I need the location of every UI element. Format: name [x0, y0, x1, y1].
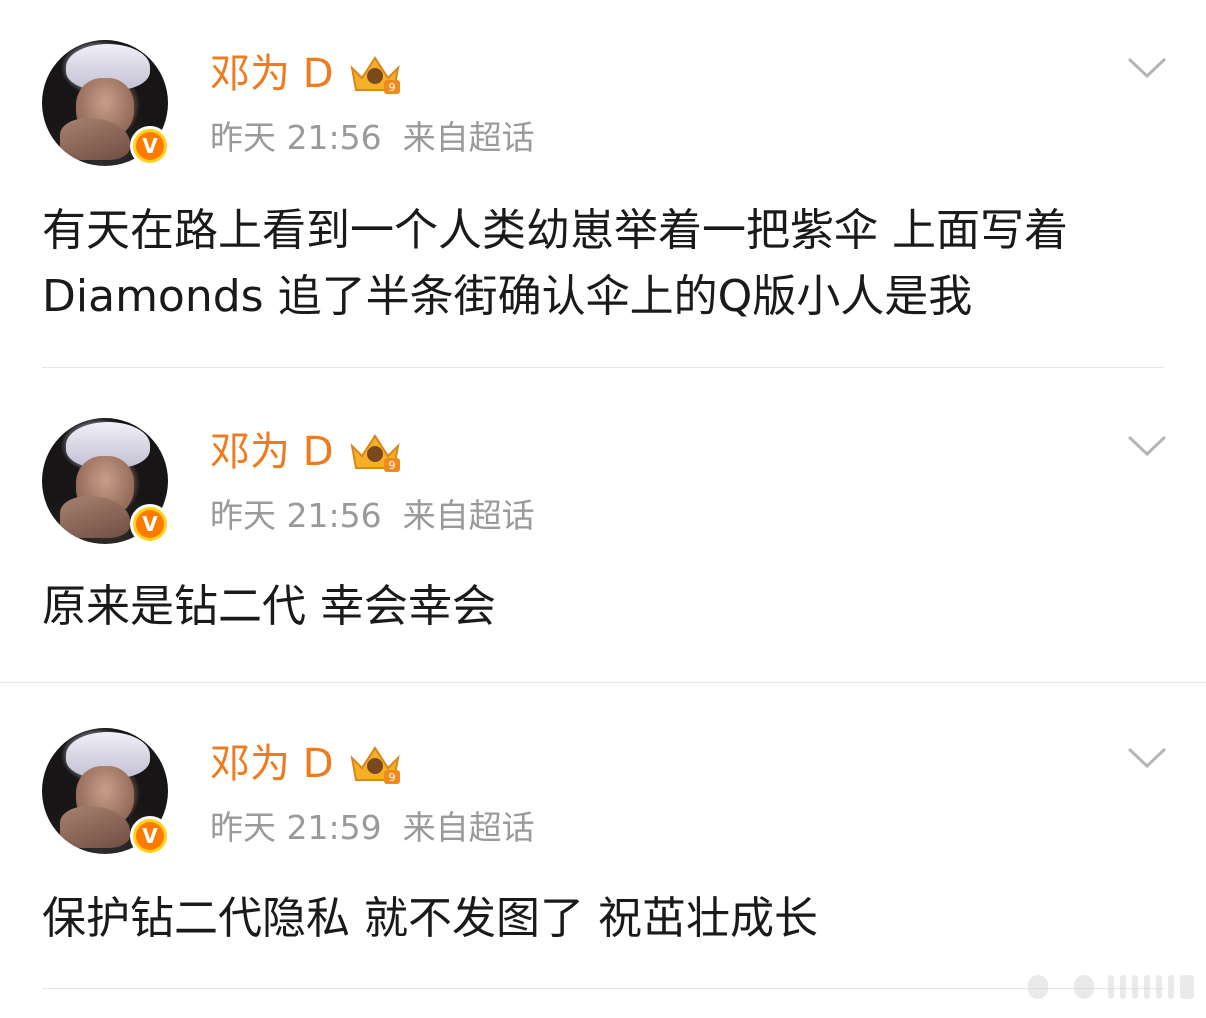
- chevron-down-icon[interactable]: [1126, 434, 1168, 458]
- crown-level: 9: [389, 459, 396, 472]
- author-name[interactable]: 邓为 D: [210, 428, 334, 476]
- post-source[interactable]: 来自超话: [403, 118, 535, 157]
- crown-icon: 9: [350, 56, 400, 94]
- author-name[interactable]: 邓为 D: [210, 740, 334, 788]
- verified-badge-icon: V: [130, 126, 170, 166]
- author-name[interactable]: 邓为 D: [210, 50, 334, 98]
- post-divider: [42, 367, 1164, 368]
- verified-badge-icon: V: [130, 816, 170, 856]
- watermark-icon: [1028, 975, 1194, 999]
- verified-badge-icon: V: [130, 504, 170, 544]
- post-source[interactable]: 来自超话: [403, 808, 535, 847]
- post-content: 有天在路上看到一个人类幼崽举着一把紫伞 上面写着 Diamonds 追了半条街确…: [42, 205, 1068, 322]
- verified-badge-letter: V: [136, 510, 164, 538]
- post-meta: 昨天 21:56 来自超话: [210, 118, 535, 158]
- post-content: 原来是钻二代 幸会幸会: [42, 581, 496, 632]
- crown-level: 9: [389, 81, 396, 94]
- crown-icon: 9: [350, 434, 400, 472]
- post-divider: [0, 682, 1206, 683]
- verified-badge-letter: V: [136, 132, 164, 160]
- chevron-down-icon[interactable]: [1126, 746, 1168, 770]
- crown-icon: 9: [350, 746, 400, 784]
- verified-badge-letter: V: [136, 822, 164, 850]
- post-content: 保护钻二代隐私 就不发图了 祝茁壮成长: [42, 893, 818, 944]
- post-source[interactable]: 来自超话: [403, 496, 535, 535]
- crown-level: 9: [389, 771, 396, 784]
- post-time: 昨天 21:56: [210, 496, 382, 535]
- post-divider: [42, 988, 1164, 989]
- post-time: 昨天 21:56: [210, 118, 382, 157]
- chevron-down-icon[interactable]: [1126, 56, 1168, 80]
- post-meta: 昨天 21:56 来自超话: [210, 496, 535, 536]
- post-meta: 昨天 21:59 来自超话: [210, 808, 535, 848]
- post-time: 昨天 21:59: [210, 808, 382, 847]
